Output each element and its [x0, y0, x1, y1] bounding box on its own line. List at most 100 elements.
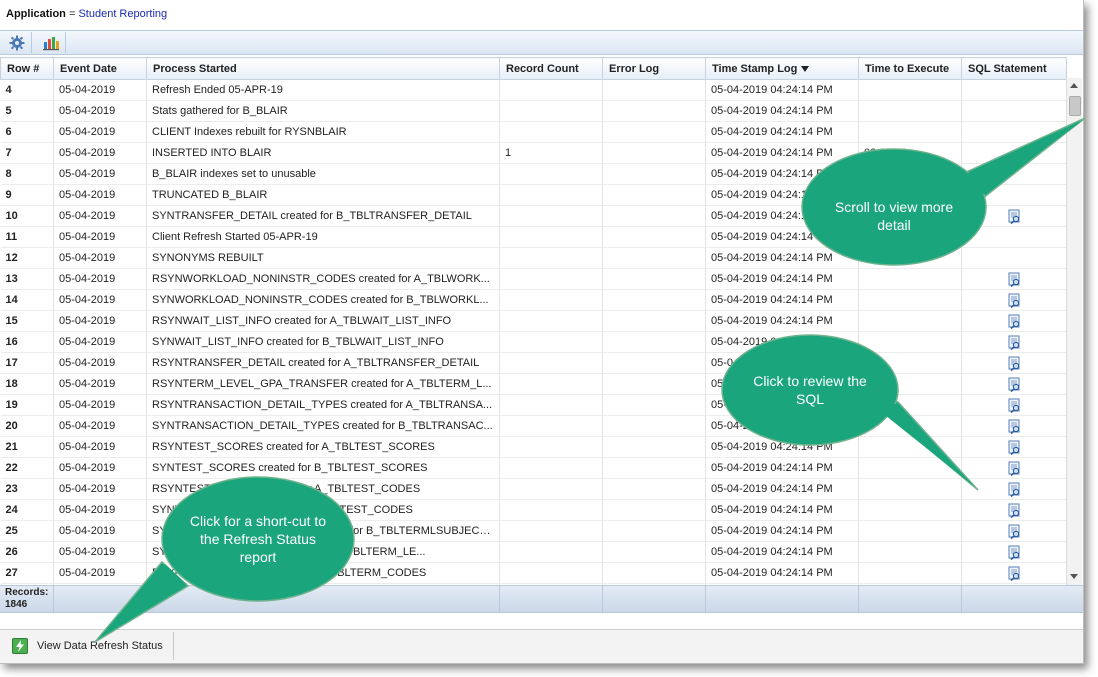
records-summary-cell: Records: 1846 [0, 586, 54, 612]
sql-document-icon[interactable] [1007, 314, 1022, 329]
cell-record-count [499, 310, 603, 332]
sql-document-icon[interactable] [1007, 440, 1022, 455]
column-header-time-stamp-log[interactable]: Time Stamp Log [705, 57, 859, 80]
lightning-icon [12, 638, 28, 654]
cell-error-log [602, 100, 706, 122]
footer-cell [602, 586, 706, 612]
cell-sql-statement[interactable] [961, 310, 1067, 332]
scroll-down-icon[interactable] [1070, 574, 1078, 579]
cell-process-started: RSYNTEST_SCORES created for A_TBLTEST_SC… [146, 436, 500, 458]
cell-process-started: Stats gathered for B_BLAIR [146, 100, 500, 122]
sql-document-icon[interactable] [1007, 503, 1022, 518]
column-header-sql-statement[interactable]: SQL Statement [961, 57, 1067, 80]
cell-record-count [499, 205, 603, 227]
cell-error-log [602, 394, 706, 416]
column-header-time-stamp-label: Time Stamp Log [712, 62, 798, 75]
cell-record-count [499, 289, 603, 311]
cell-process-started: TRUNCATED B_BLAIR [146, 184, 500, 206]
cell-event-date: 05-04-2019 [53, 331, 147, 353]
cell-sql-statement[interactable] [961, 268, 1067, 290]
cell-sql-statement[interactable] [961, 499, 1067, 521]
sql-document-icon[interactable] [1007, 482, 1022, 497]
table-row[interactable]: 4 05-04-2019 Refresh Ended 05-APR-19 05-04-… [0, 79, 1067, 101]
sql-document-icon[interactable] [1007, 461, 1022, 476]
cell-process-started: INSERTED INTO BLAIR [146, 142, 500, 164]
table-row[interactable]: 14 05-04-2019 SYNWORKLOAD_NONINSTR_CODES c… [0, 289, 1067, 311]
cell-sql-statement[interactable] [961, 289, 1067, 311]
sql-document-icon[interactable] [1007, 272, 1022, 287]
callout-scroll-text: Scroll to view more detail [834, 199, 954, 233]
cell-error-log [602, 436, 706, 458]
column-header-error-log[interactable]: Error Log [602, 57, 706, 80]
cell-row-number: 16 [0, 331, 54, 353]
cell-error-log [602, 331, 706, 353]
cell-sql-statement[interactable] [961, 541, 1067, 563]
cell-row-number: 14 [0, 289, 54, 311]
cell-record-count [499, 352, 603, 374]
toolbar [0, 30, 1083, 55]
cell-row-number: 6 [0, 121, 54, 143]
cell-process-started: SYNWAIT_LIST_INFO created for B_TBLWAIT_… [146, 331, 500, 353]
column-header-time-to-execute[interactable]: Time to Execute [858, 57, 962, 80]
column-header-record-count[interactable]: Record Count [499, 57, 603, 80]
column-header-process-started[interactable]: Process Started [146, 57, 500, 80]
cell-sql-statement[interactable] [961, 520, 1067, 542]
cell-time-stamp: 05-04-2019 04:24:14 PM [705, 499, 859, 521]
sql-document-icon[interactable] [1007, 356, 1022, 371]
cell-event-date: 05-04-2019 [53, 415, 147, 437]
cell-error-log [602, 520, 706, 542]
cell-record-count [499, 121, 603, 143]
callout-scroll: Scroll to view more detail [800, 110, 1098, 270]
sql-document-icon[interactable] [1007, 545, 1022, 560]
cell-process-started: Client Refresh Started 05-APR-19 [146, 226, 500, 248]
records-label: Records: [5, 587, 49, 598]
cell-event-date: 05-04-2019 [53, 184, 147, 206]
cell-sql-statement[interactable] [961, 562, 1067, 584]
sql-document-icon[interactable] [1007, 293, 1022, 308]
cell-event-date: 05-04-2019 [53, 142, 147, 164]
cell-time-to-execute [858, 310, 962, 332]
cell-row-number: 25 [0, 520, 54, 542]
cell-error-log [602, 247, 706, 269]
callout-shortcut: Click for a short-cut to the Refresh Sta… [90, 474, 380, 646]
cell-process-started: RSYNWORKLOAD_NONINSTR_CODES created for … [146, 268, 500, 290]
cell-row-number: 8 [0, 163, 54, 185]
scroll-up-icon[interactable] [1070, 83, 1078, 88]
cell-record-count [499, 436, 603, 458]
sql-document-icon[interactable] [1007, 419, 1022, 434]
cell-error-log [602, 373, 706, 395]
column-header-event-date[interactable]: Event Date [53, 57, 147, 80]
sql-document-icon[interactable] [1007, 377, 1022, 392]
cell-time-stamp: 05-04-2019 04:24:14 PM [705, 562, 859, 584]
cell-record-count: 1 [499, 142, 603, 164]
cell-row-number: 19 [0, 394, 54, 416]
chart-button[interactable] [37, 32, 66, 53]
cell-process-started: SYNWORKLOAD_NONINSTR_CODES created for B… [146, 289, 500, 311]
cell-process-started: Refresh Ended 05-APR-19 [146, 79, 500, 101]
cell-record-count [499, 520, 603, 542]
cell-event-date: 05-04-2019 [53, 247, 147, 269]
sql-document-icon[interactable] [1007, 398, 1022, 413]
cell-time-to-execute [858, 79, 962, 101]
cell-record-count [499, 457, 603, 479]
sql-document-icon[interactable] [1007, 524, 1022, 539]
cell-error-log [602, 79, 706, 101]
cell-record-count [499, 226, 603, 248]
cell-error-log [602, 226, 706, 248]
table-row[interactable]: 15 05-04-2019 RSYNWAIT_LIST_INFO created f… [0, 310, 1067, 332]
settings-button[interactable] [3, 32, 32, 53]
cell-record-count [499, 100, 603, 122]
cell-record-count [499, 268, 603, 290]
sql-document-icon[interactable] [1007, 566, 1022, 581]
column-header-row-number[interactable]: Row # [0, 57, 54, 80]
cell-event-date: 05-04-2019 [53, 373, 147, 395]
cell-event-date: 05-04-2019 [53, 121, 147, 143]
cell-row-number: 9 [0, 184, 54, 206]
footer-cell [705, 586, 859, 612]
callout-sql: Click to review the SQL [720, 330, 990, 495]
footer-cell [961, 586, 1081, 612]
sql-document-icon[interactable] [1007, 335, 1022, 350]
cell-error-log [602, 352, 706, 374]
cell-time-to-execute [858, 520, 962, 542]
table-row[interactable]: 13 05-04-2019 RSYNWORKLOAD_NONINSTR_CODES … [0, 268, 1067, 290]
